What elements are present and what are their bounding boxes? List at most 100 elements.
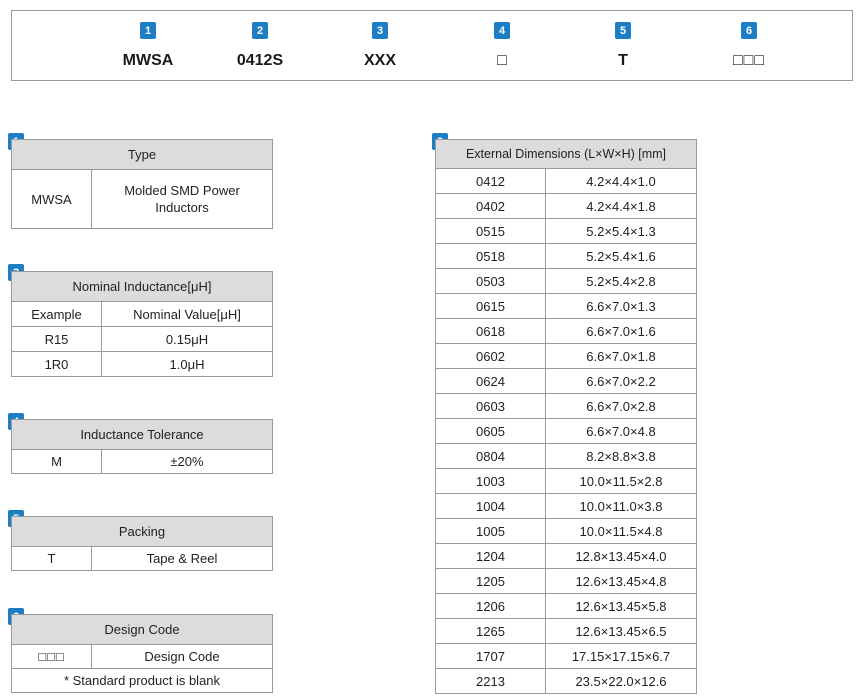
- size-code-cell: 1707: [435, 643, 546, 669]
- table-row: 0515 5.2×5.4×1.3: [435, 218, 697, 244]
- pn-segment-inductance: 3 XXX: [340, 11, 420, 82]
- table-header: Inductance Tolerance: [11, 419, 273, 450]
- table-cell: R15: [11, 326, 102, 352]
- table-row: 1206 12.6×13.45×5.8: [435, 593, 697, 619]
- pn-segment-tolerance: 4 □: [462, 11, 542, 82]
- pn-segment-design-code: 6 □□□: [709, 11, 789, 82]
- size-code-cell: 1003: [435, 468, 546, 494]
- number-badge: 3: [372, 22, 388, 39]
- dimensions-cell: 10.0×11.0×3.8: [545, 493, 697, 519]
- dimensions-cell: 4.2×4.4×1.0: [545, 168, 697, 194]
- number-badge: 4: [494, 22, 510, 39]
- dimensions-cell: 6.6×7.0×4.8: [545, 418, 697, 444]
- table-row: T Tape & Reel: [11, 546, 273, 571]
- table-cell: 1R0: [11, 351, 102, 377]
- dimensions-cell: 5.2×5.4×1.3: [545, 218, 697, 244]
- pn-code: □□□: [733, 52, 765, 69]
- dimensions-cell: 12.8×13.45×4.0: [545, 543, 697, 569]
- dimensions-cell: 5.2×5.4×2.8: [545, 268, 697, 294]
- size-code-cell: 1004: [435, 493, 546, 519]
- size-code-cell: 1204: [435, 543, 546, 569]
- type-description: Molded SMD Power Inductors: [91, 169, 273, 229]
- size-code-cell: 1205: [435, 568, 546, 594]
- table-header: Design Code: [11, 614, 273, 645]
- dimensions-cell: 8.2×8.8×3.8: [545, 443, 697, 469]
- number-badge: 5: [615, 22, 631, 39]
- table-row: 2213 23.5×22.0×12.6: [435, 668, 697, 694]
- size-code-cell: 1005: [435, 518, 546, 544]
- size-code-cell: 0615: [435, 293, 546, 319]
- table-row: 0804 8.2×8.8×3.8: [435, 443, 697, 469]
- size-code-cell: 0503: [435, 268, 546, 294]
- dimensions-cell: 10.0×11.5×2.8: [545, 468, 697, 494]
- size-code-cell: 0605: [435, 418, 546, 444]
- table-row: 0615 6.6×7.0×1.3: [435, 293, 697, 319]
- table-header: Nominal Inductance[μH]: [11, 271, 273, 302]
- table-row: 1004 10.0×11.0×3.8: [435, 493, 697, 519]
- table-row: 1204 12.8×13.45×4.0: [435, 543, 697, 569]
- table-row: 1R0 1.0μH: [11, 351, 273, 377]
- column-header: Example: [11, 301, 102, 327]
- number-badge: 6: [741, 22, 757, 39]
- table-row: □□□ Design Code: [11, 644, 273, 669]
- table-row: 1205 12.6×13.45×4.8: [435, 568, 697, 594]
- table-header: Packing: [11, 516, 273, 547]
- table-cell: ±20%: [101, 449, 273, 474]
- pn-code: XXX: [363, 52, 396, 69]
- dimensions-cell: 6.6×7.0×1.3: [545, 293, 697, 319]
- number-badge: 2: [252, 22, 268, 39]
- type-code: MWSA: [11, 169, 92, 229]
- pn-segment-packing: 5 T: [583, 11, 663, 82]
- size-code-cell: 0618: [435, 318, 546, 344]
- pn-segment-type: 1 MWSA: [108, 11, 188, 82]
- design-code-boxes: □□□: [11, 644, 92, 669]
- table-row: R15 0.15μH: [11, 326, 273, 352]
- table-cell: T: [11, 546, 92, 571]
- dimensions-cell: 12.6×13.45×4.8: [545, 568, 697, 594]
- table-row: 0412 4.2×4.4×1.0: [435, 168, 697, 194]
- size-code-cell: 1265: [435, 618, 546, 644]
- pn-segment-dimensions: 2 0412S: [220, 11, 300, 82]
- table-cell: M: [11, 449, 102, 474]
- pn-code: 0412S: [236, 52, 284, 69]
- table-row: 0605 6.6×7.0×4.8: [435, 418, 697, 444]
- table-row: 0602 6.6×7.0×1.8: [435, 343, 697, 369]
- dimensions-cell: 6.6×7.0×1.8: [545, 343, 697, 369]
- table-row: 1707 17.15×17.15×6.7: [435, 643, 697, 669]
- size-code-cell: 0804: [435, 443, 546, 469]
- table-row: 0518 5.2×5.4×1.6: [435, 243, 697, 269]
- dimensions-cell: 12.6×13.45×6.5: [545, 618, 697, 644]
- table-header: External Dimensions (L×W×H) [mm]: [435, 139, 697, 169]
- table-row: 0503 5.2×5.4×2.8: [435, 268, 697, 294]
- dimensions-cell: 12.6×13.45×5.8: [545, 593, 697, 619]
- dimensions-cell: 6.6×7.0×2.8: [545, 393, 697, 419]
- size-code-cell: 0412: [435, 168, 546, 194]
- table-row: M ±20%: [11, 449, 273, 474]
- table-row: 0402 4.2×4.4×1.8: [435, 193, 697, 219]
- dimensions-cell: 17.15×17.15×6.7: [545, 643, 697, 669]
- inductance-table: Nominal Inductance[μH] Example Nominal V…: [11, 271, 273, 377]
- design-code-note: * Standard product is blank: [11, 668, 273, 693]
- size-code-cell: 0515: [435, 218, 546, 244]
- dimensions-cell: 23.5×22.0×12.6: [545, 668, 697, 694]
- table-cell: 0.15μH: [101, 326, 273, 352]
- dimensions-cell: 5.2×5.4×1.6: [545, 243, 697, 269]
- table-row: 0618 6.6×7.0×1.6: [435, 318, 697, 344]
- table-cell: Tape & Reel: [91, 546, 273, 571]
- type-table: Type MWSA Molded SMD Power Inductors: [11, 139, 273, 229]
- tolerance-table: Inductance Tolerance M ±20%: [11, 419, 273, 474]
- size-code-cell: 0518: [435, 243, 546, 269]
- table-header: Type: [11, 139, 273, 170]
- dimensions-cell: 6.6×7.0×2.2: [545, 368, 697, 394]
- number-badge: 1: [140, 22, 156, 39]
- table-row: 1005 10.0×11.5×4.8: [435, 518, 697, 544]
- dimensions-cell: 4.2×4.4×1.8: [545, 193, 697, 219]
- table-row: 1003 10.0×11.5×2.8: [435, 468, 697, 494]
- part-number-box: 1 MWSA 2 0412S 3 XXX 4 □ 5 T 6 □□□: [11, 10, 853, 81]
- size-code-cell: 0402: [435, 193, 546, 219]
- column-header: Nominal Value[μH]: [101, 301, 273, 327]
- table-cell: 1.0μH: [101, 351, 273, 377]
- size-code-cell: 1206: [435, 593, 546, 619]
- dimensions-table: External Dimensions (L×W×H) [mm] 0412 4.2…: [435, 139, 697, 694]
- size-code-cell: 0603: [435, 393, 546, 419]
